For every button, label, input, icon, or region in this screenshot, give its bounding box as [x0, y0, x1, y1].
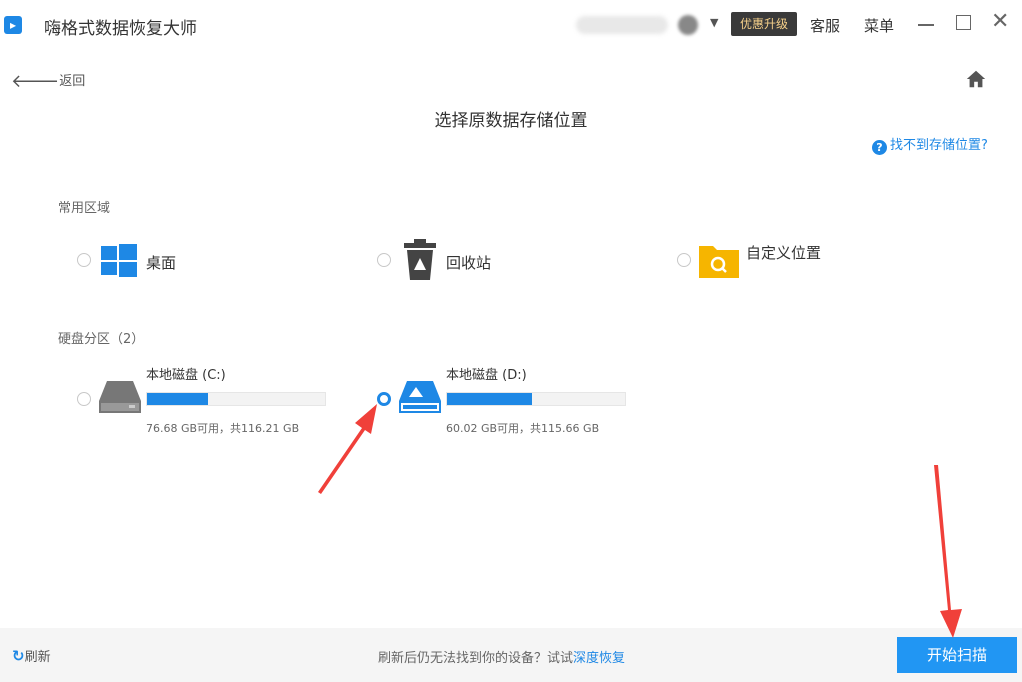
common-area-label: 常用区域	[58, 201, 111, 216]
drive-c-radio[interactable]	[77, 392, 91, 406]
help-link[interactable]: ? 找不到存储位置?	[872, 134, 988, 155]
minimize-button[interactable]	[918, 24, 934, 26]
drive-d-usage-fill	[447, 393, 533, 405]
drive-d-usage-bar	[446, 392, 626, 406]
page-title: 选择原数据存储位置	[434, 111, 588, 131]
deep-recovery-link[interactable]: 深度恢复	[573, 651, 625, 666]
drive-d-name[interactable]: 本地磁盘 (D:)	[446, 364, 527, 383]
annotation-arrow-scan	[934, 465, 962, 638]
custom-location-radio[interactable]	[677, 253, 691, 267]
drive-c-usage-bar	[146, 392, 326, 406]
custom-location-label[interactable]: 自定义位置	[746, 242, 821, 263]
avatar[interactable]	[678, 15, 698, 35]
refresh-button[interactable]: ↻刷新	[12, 646, 51, 665]
drive-d-radio[interactable]	[377, 392, 391, 406]
footer-hint: 刷新后仍无法找到你的设备？试试深度恢复	[378, 647, 625, 666]
windows-icon	[101, 244, 137, 277]
desktop-label[interactable]: 桌面	[146, 252, 176, 273]
start-scan-button[interactable]: 开始扫描	[897, 637, 1017, 673]
recycle-bin-icon	[404, 239, 436, 280]
app-logo-icon: ▸	[4, 16, 22, 34]
desktop-radio[interactable]	[77, 253, 91, 267]
drive-c-usage-fill	[147, 393, 208, 405]
footer-hint-text: 刷新后仍无法找到你的设备？试试	[378, 651, 574, 666]
menu-link[interactable]: 菜单	[864, 15, 894, 36]
back-button[interactable]: 🡐返回	[11, 70, 85, 92]
recycle-bin-radio[interactable]	[377, 253, 391, 267]
partitions-label: 硬盘分区（2）	[58, 332, 145, 347]
drive-c-info: 76.68 GB可用，共116.21 GB	[146, 422, 300, 435]
question-icon: ?	[872, 140, 887, 155]
user-account-name[interactable]	[576, 16, 668, 34]
drive-c-name[interactable]: 本地磁盘 (C:)	[146, 364, 226, 383]
app-title: 嗨格式数据恢复大师	[44, 19, 197, 39]
arrow-left-icon: 🡐	[11, 71, 60, 92]
upgrade-button[interactable]: 优惠升级	[731, 12, 797, 36]
folder-search-icon	[699, 246, 739, 278]
annotation-arrow-drive-d	[318, 404, 377, 494]
refresh-icon: ↻	[12, 647, 25, 665]
hard-drive-icon	[399, 381, 441, 413]
drive-d-info: 60.02 GB可用，共115.66 GB	[446, 422, 600, 435]
maximize-button[interactable]	[956, 15, 971, 30]
help-link-label: 找不到存储位置?	[890, 138, 988, 153]
customer-service-link[interactable]: 客服	[810, 15, 840, 36]
home-icon[interactable]	[965, 68, 987, 90]
refresh-label: 刷新	[24, 650, 51, 665]
close-button[interactable]: ✕	[991, 11, 1009, 33]
recycle-bin-label[interactable]: 回收站	[446, 252, 491, 273]
back-label: 返回	[59, 74, 86, 89]
annotation-arrows	[318, 404, 962, 638]
caret-down-icon[interactable]: ▼	[710, 16, 718, 29]
hard-drive-icon	[99, 381, 141, 413]
